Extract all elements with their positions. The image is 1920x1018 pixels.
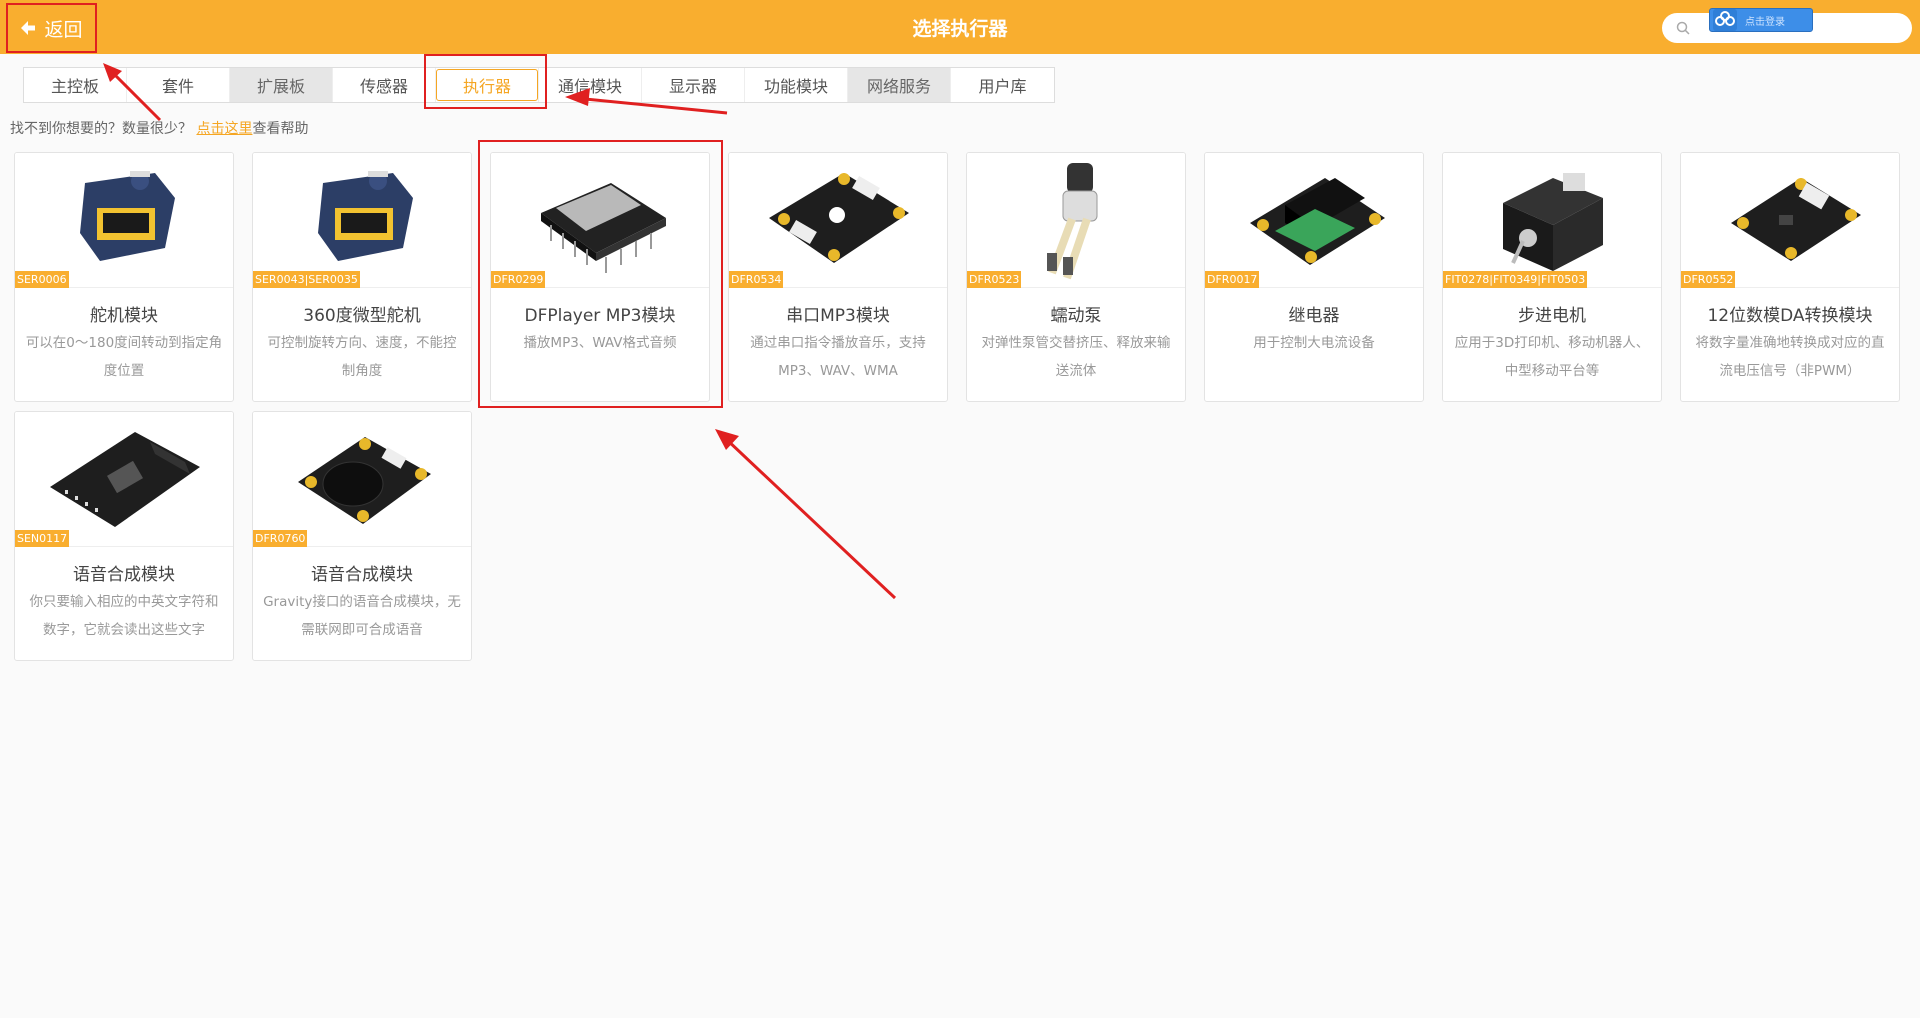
product-code: SER0006 [15,271,69,288]
tab-expansion-boards[interactable]: 扩展板 [230,68,333,102]
product-description: 通过串口指令播放音乐，支持MP3、WAV、WMA [750,335,926,379]
tab-label: 传感器 [359,77,408,96]
product-description: Gravity接口的语音合成模块，无需联网即可合成语音 [263,594,461,638]
product-code: SER0043|SER0035 [253,271,360,288]
product-description: 应用于3D打印机、移动机器人、中型移动平台等 [1454,335,1650,379]
tab-displays[interactable]: 显示器 [642,68,745,102]
product-code: DFR0760 [253,530,308,547]
board-image: DFR0552 [1681,153,1899,288]
product-description: 播放MP3、WAV格式音频 [523,335,677,351]
tab-mainboard[interactable]: 主控板 [24,68,127,102]
product-card[interactable]: DFR0534 串口MP3模块 通过串口指令播放音乐，支持MP3、WAV、WMA [728,152,948,402]
product-code: SEN0117 [15,530,70,547]
product-card[interactable]: DFR0017 继电器 用于控制大电流设备 [1204,152,1424,402]
product-title: 舵机模块 [90,306,158,326]
tab-kits[interactable]: 套件 [127,68,230,102]
product-card[interactable]: SEN0117 语音合成模块 你只要输入相应的中英文字符和数字，它就会读出这些文… [14,411,234,661]
product-title: 语音合成模块 [73,565,175,585]
product-card[interactable]: DFR0299 DFPlayer MP3模块 播放MP3、WAV格式音频 [490,152,710,402]
product-description: 可以在0～180度间转动到指定角度位置 [25,335,223,379]
tab-label: 用户库 [978,77,1027,96]
servo-image: SER0043|SER0035 [253,153,471,288]
product-card[interactable]: DFR0552 12位数模DA转换模块 将数字量准确地转换成对应的直流电压信号（… [1680,152,1900,402]
category-tabs: 主控板 套件 扩展板 传感器 执行器 通信模块 显示器 功能模块 网络服务 用户… [23,67,1055,103]
product-code: DFR0552 [1681,271,1736,288]
help-suffix: 查看帮助 [252,121,309,137]
product-code: DFR0523 [967,271,1022,288]
login-button[interactable]: 点击登录 [1709,8,1813,32]
tab-actuators[interactable]: 执行器 [436,68,539,102]
top-bar: 返回 选择执行器 点击登录 [0,0,1920,54]
product-title: 串口MP3模块 [786,306,890,326]
product-description: 对弹性泵管交替挤压、释放来输送流体 [981,335,1171,379]
tab-label: 执行器 [436,69,538,101]
product-title: 蠕动泵 [1050,306,1102,326]
mp3-module-image: DFR0299 [491,153,709,288]
product-code: DFR0534 [729,271,784,288]
tab-user-library[interactable]: 用户库 [951,68,1054,102]
tab-label: 扩展板 [256,77,305,96]
product-title: 继电器 [1288,306,1340,326]
tab-label: 主控板 [50,77,99,96]
login-label: 点击登录 [1745,16,1785,28]
product-code: DFR0017 [1205,271,1260,288]
tab-communication[interactable]: 通信模块 [539,68,642,102]
speech-board-image: SEN0117 [15,412,233,547]
tab-label: 网络服务 [866,77,931,96]
board-image: DFR0534 [729,153,947,288]
tab-label: 功能模块 [763,77,828,96]
product-description: 将数字量准确地转换成对应的直流电压信号（非PWM） [1695,335,1885,379]
servo-image: SER0006 [15,153,233,288]
relay-image: DFR0017 [1205,153,1423,288]
tab-label: 通信模块 [557,77,622,96]
product-description: 用于控制大电流设备 [1253,335,1375,351]
tab-function-modules[interactable]: 功能模块 [745,68,848,102]
stepper-image: FIT0278|FIT0349|FIT0503 [1443,153,1661,288]
product-description: 你只要输入相应的中英文字符和数字，它就会读出这些文字 [29,594,219,638]
product-card[interactable]: SER0006 舵机模块 可以在0～180度间转动到指定角度位置 [14,152,234,402]
speaker-board-image: DFR0760 [253,412,471,547]
product-title: 步进电机 [1518,306,1586,326]
product-title: 12位数模DA转换模块 [1707,306,1873,326]
annotation-arrow [715,429,897,600]
product-title: 语音合成模块 [311,565,413,585]
pump-image: DFR0523 [967,153,1185,288]
product-description: 可控制旋转方向、速度，不能控制角度 [267,335,457,379]
product-title: 360度微型舵机 [303,306,421,326]
product-code: DFR0299 [491,271,546,288]
product-card[interactable]: SER0043|SER0035 360度微型舵机 可控制旋转方向、速度，不能控制… [252,152,472,402]
page-title: 选择执行器 [912,18,1008,40]
tab-sensors[interactable]: 传感器 [333,68,436,102]
tab-network-services[interactable]: 网络服务 [848,68,951,102]
cloud-icon [1713,9,1737,31]
help-prefix: 找不到你想要的？数量很少？ [10,121,192,137]
search-icon [1676,21,1690,35]
help-link[interactable]: 点击这里 [196,121,252,137]
help-text: 找不到你想要的？数量很少？ 点击这里查看帮助 [10,118,308,138]
tab-label: 显示器 [668,77,717,96]
product-card[interactable]: DFR0760 语音合成模块 Gravity接口的语音合成模块，无需联网即可合成… [252,411,472,661]
product-card[interactable]: FIT0278|FIT0349|FIT0503 步进电机 应用于3D打印机、移动… [1442,152,1662,402]
product-card[interactable]: DFR0523 蠕动泵 对弹性泵管交替挤压、释放来输送流体 [966,152,1186,402]
product-title: DFPlayer MP3模块 [524,306,676,326]
product-code: FIT0278|FIT0349|FIT0503 [1443,271,1588,288]
tab-label: 套件 [161,77,194,96]
